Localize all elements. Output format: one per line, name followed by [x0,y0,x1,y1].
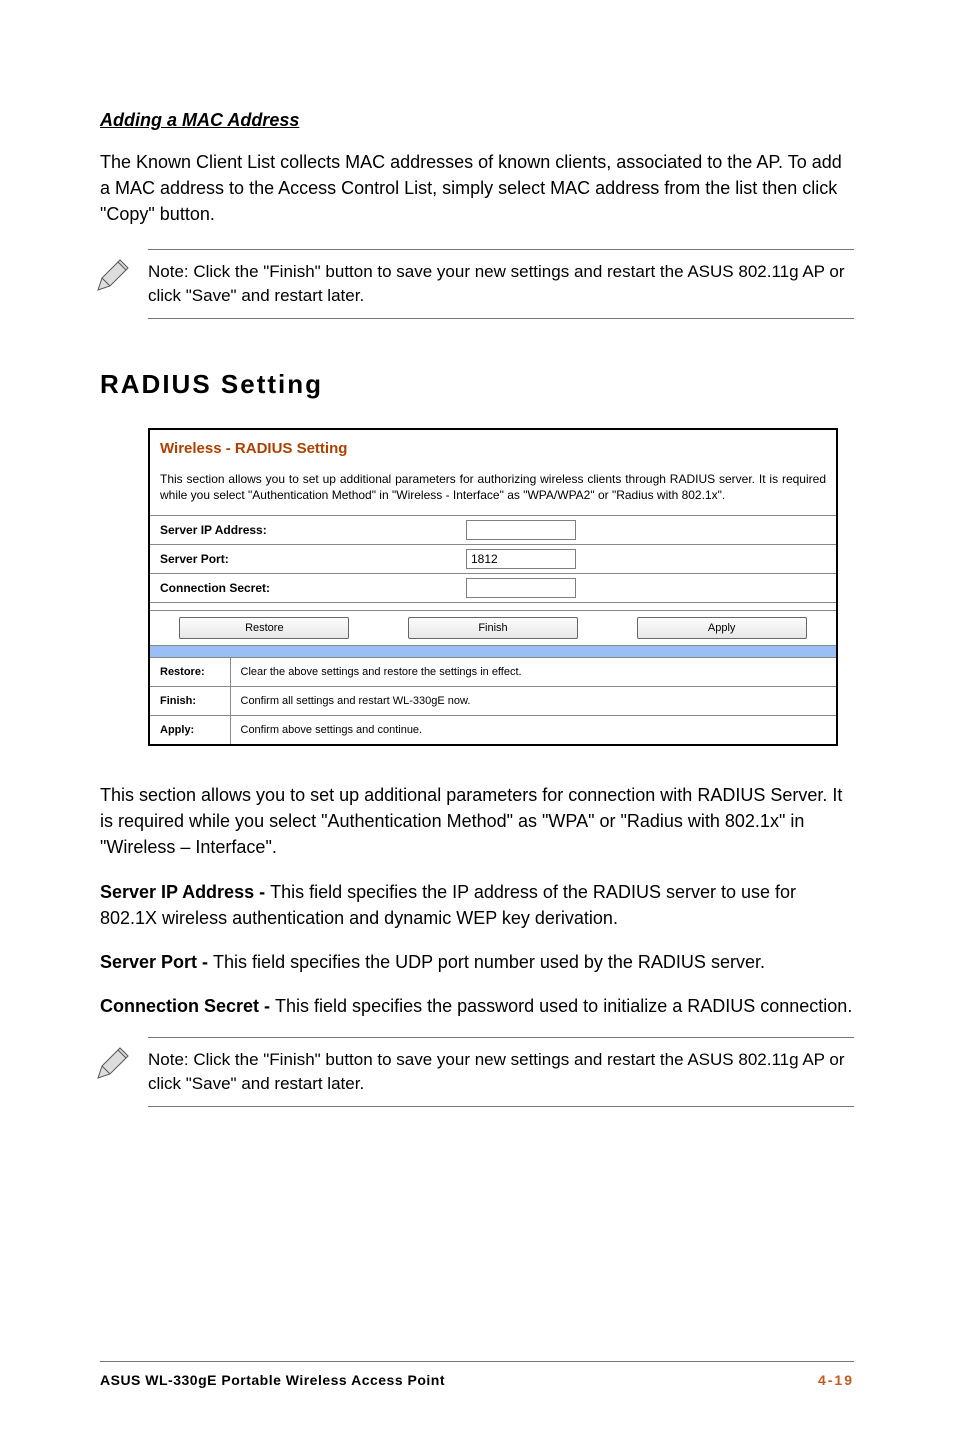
desc-row-finish: Finish: Confirm all settings and restart… [150,687,836,716]
note-text-1: Note: Click the "Finish" button to save … [148,262,845,305]
value-conn-secret [460,574,836,602]
desc-text-apply: Confirm above settings and continue. [230,716,836,745]
label-server-port: Server Port: [150,545,460,573]
value-server-ip [460,516,836,544]
conn-secret-para: Connection Secret - This field specifies… [100,993,854,1019]
server-port-lead: Server Port - [100,952,213,972]
blue-bar [150,645,836,657]
label-conn-secret: Connection Secret: [150,574,460,602]
apply-button[interactable]: Apply [637,617,807,639]
panel-title: Wireless - RADIUS Setting [150,430,836,465]
subheading-adding-mac: Adding a MAC Address [100,110,854,131]
button-desc-table: Restore: Clear the above settings and re… [150,657,836,744]
desc-label-restore: Restore: [150,658,230,687]
button-row: Restore Finish Apply [150,610,836,645]
radius-intro-para: This section allows you to set up additi… [100,782,854,860]
desc-text-finish: Confirm all settings and restart WL-330g… [230,687,836,716]
input-server-port[interactable] [466,549,576,569]
spacer-row [150,602,836,610]
server-ip-lead: Server IP Address - [100,882,270,902]
note-block-1: Note: Click the "Finish" button to save … [148,249,854,319]
server-port-rest: This field specifies the UDP port number… [213,952,765,972]
adding-mac-body: The Known Client List collects MAC addre… [100,149,854,227]
row-conn-secret: Connection Secret: [150,573,836,602]
note-block-2: Note: Click the "Finish" button to save … [148,1037,854,1107]
footer-page-number: 4-19 [818,1372,854,1388]
desc-label-finish: Finish: [150,687,230,716]
heading-radius-setting: RADIUS Setting [100,369,854,400]
pencil-note-icon [92,256,132,296]
input-server-ip[interactable] [466,520,576,540]
note-text-2: Note: Click the "Finish" button to save … [148,1050,845,1093]
pencil-note-icon [92,1044,132,1084]
server-port-para: Server Port - This field specifies the U… [100,949,854,975]
page-footer: ASUS WL-330gE Portable Wireless Access P… [100,1361,854,1388]
panel-description: This section allows you to set up additi… [150,465,836,515]
value-server-port [460,545,836,573]
desc-row-apply: Apply: Confirm above settings and contin… [150,716,836,745]
row-server-port: Server Port: [150,544,836,573]
desc-row-restore: Restore: Clear the above settings and re… [150,658,836,687]
conn-secret-rest: This field specifies the password used t… [275,996,852,1016]
desc-label-apply: Apply: [150,716,230,745]
input-conn-secret[interactable] [466,578,576,598]
server-ip-para: Server IP Address - This field specifies… [100,879,854,931]
radius-panel: Wireless - RADIUS Setting This section a… [148,428,838,746]
conn-secret-lead: Connection Secret - [100,996,275,1016]
desc-text-restore: Clear the above settings and restore the… [230,658,836,687]
restore-button[interactable]: Restore [179,617,349,639]
footer-left: ASUS WL-330gE Portable Wireless Access P… [100,1372,445,1388]
row-server-ip: Server IP Address: [150,515,836,544]
label-server-ip: Server IP Address: [150,516,460,544]
finish-button[interactable]: Finish [408,617,578,639]
